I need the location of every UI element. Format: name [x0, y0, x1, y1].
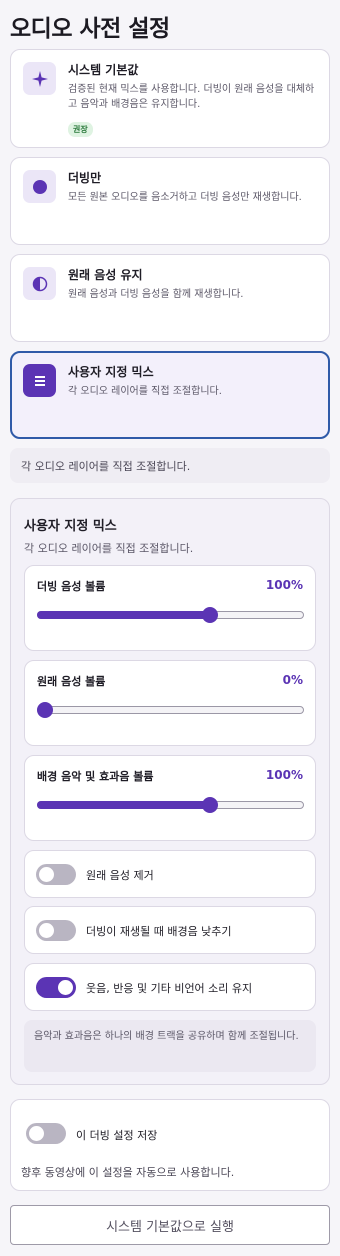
slider-value: 100%: [265, 578, 303, 592]
preset-description: 각 오디오 레이어를 직접 조절합니다.: [68, 386, 222, 397]
preset-description: 모든 원본 오디오를 음소거하고 더빙 음성만 재생합니다.: [68, 192, 302, 203]
custom-mix-title: 사용자 지정 믹스: [24, 519, 117, 534]
toggle-knob: [29, 1126, 44, 1141]
toggle-knob: [39, 923, 54, 938]
slider-thumb[interactable]: [37, 702, 53, 718]
slider-label: 원래 음성 볼륨: [37, 675, 106, 688]
filled-circle-icon: [23, 170, 56, 203]
page-title: 오디오 사전 설정: [10, 16, 170, 42]
slider-fill: [37, 611, 210, 619]
toggle-label: 원래 음성 제거: [86, 869, 154, 882]
preset-title: 시스템 기본값: [68, 63, 139, 77]
preset-info-strip: 각 오디오 레이어를 직접 조절합니다.: [10, 448, 330, 483]
save-setting-hint: 향후 동영상에 이 설정을 자동으로 사용합니다.: [21, 1166, 235, 1179]
recommended-badge: 권장: [68, 122, 93, 137]
background-volume-slider[interactable]: [37, 797, 304, 813]
slider-label: 배경 음악 및 효과음 볼륨: [37, 770, 154, 783]
original-volume-slider-card: 원래 음성 볼륨 0%: [24, 660, 316, 746]
slider-value: 100%: [265, 768, 303, 782]
audio-preset-panel: 오디오 사전 설정 시스템 기본값 검증된 현재 믹스를 사용합니다. 더빙이 …: [0, 0, 340, 1256]
preset-description: 검증된 현재 믹스를 사용합니다. 더빙이 원래 음성을 대체하고 음악과 배경…: [68, 84, 315, 110]
run-with-default-button[interactable]: 시스템 기본값으로 실행: [10, 1205, 330, 1245]
keep-nonverbal-row: 웃음, 반응 및 기타 비언어 소리 유지: [24, 963, 316, 1011]
mix-note: 음악과 효과음은 하나의 배경 트랙을 공유하며 함께 조절됩니다.: [24, 1020, 316, 1072]
slider-value: 0%: [282, 673, 303, 687]
preset-description: 원래 음성과 더빙 음성을 함께 재생합니다.: [68, 289, 244, 300]
toggle-label: 더빙이 재생될 때 배경음 낮추기: [86, 925, 232, 938]
toggle-label: 웃음, 반응 및 기타 비언어 소리 유지: [86, 982, 253, 995]
remove-original-voice-row: 원래 음성 제거: [24, 850, 316, 898]
save-setting-label: 이 더빙 설정 저장: [76, 1129, 158, 1142]
custom-mix-subtitle: 각 오디오 레이어를 직접 조절합니다.: [24, 542, 194, 555]
dub-volume-slider[interactable]: [37, 607, 304, 623]
save-setting-toggle[interactable]: [26, 1123, 66, 1144]
dub-volume-slider-card: 더빙 음성 볼륨 100%: [24, 565, 316, 651]
toggle-knob: [39, 867, 54, 882]
preset-title: 더빙만: [68, 171, 102, 185]
duck-background-toggle[interactable]: [36, 920, 76, 941]
preset-custom-mix[interactable]: 사용자 지정 믹스 각 오디오 레이어를 직접 조절합니다.: [10, 351, 330, 439]
sparkle-icon: [23, 62, 56, 95]
keep-nonverbal-toggle[interactable]: [36, 977, 76, 998]
original-volume-slider[interactable]: [37, 702, 304, 718]
preset-title: 사용자 지정 믹스: [68, 365, 154, 379]
toggle-knob: [58, 980, 73, 995]
slider-fill: [37, 801, 210, 809]
preset-keep-original[interactable]: 원래 음성 유지 원래 음성과 더빙 음성을 함께 재생합니다.: [10, 254, 330, 342]
background-volume-slider-card: 배경 음악 및 효과음 볼륨 100%: [24, 755, 316, 841]
layers-icon: [23, 364, 56, 397]
slider-label: 더빙 음성 볼륨: [37, 580, 106, 593]
preset-title: 원래 음성 유지: [68, 268, 143, 282]
remove-original-voice-toggle[interactable]: [36, 864, 76, 885]
preset-dub-only[interactable]: 더빙만 모든 원본 오디오를 음소거하고 더빙 음성만 재생합니다.: [10, 157, 330, 245]
slider-thumb[interactable]: [202, 797, 219, 813]
duck-background-row: 더빙이 재생될 때 배경음 낮추기: [24, 906, 316, 954]
preset-system-default[interactable]: 시스템 기본값 검증된 현재 믹스를 사용합니다. 더빙이 원래 음성을 대체하…: [10, 49, 330, 148]
save-setting-card: 이 더빙 설정 저장 향후 동영상에 이 설정을 자동으로 사용합니다.: [10, 1099, 330, 1191]
half-circle-icon: [23, 267, 56, 300]
slider-thumb[interactable]: [202, 607, 219, 623]
